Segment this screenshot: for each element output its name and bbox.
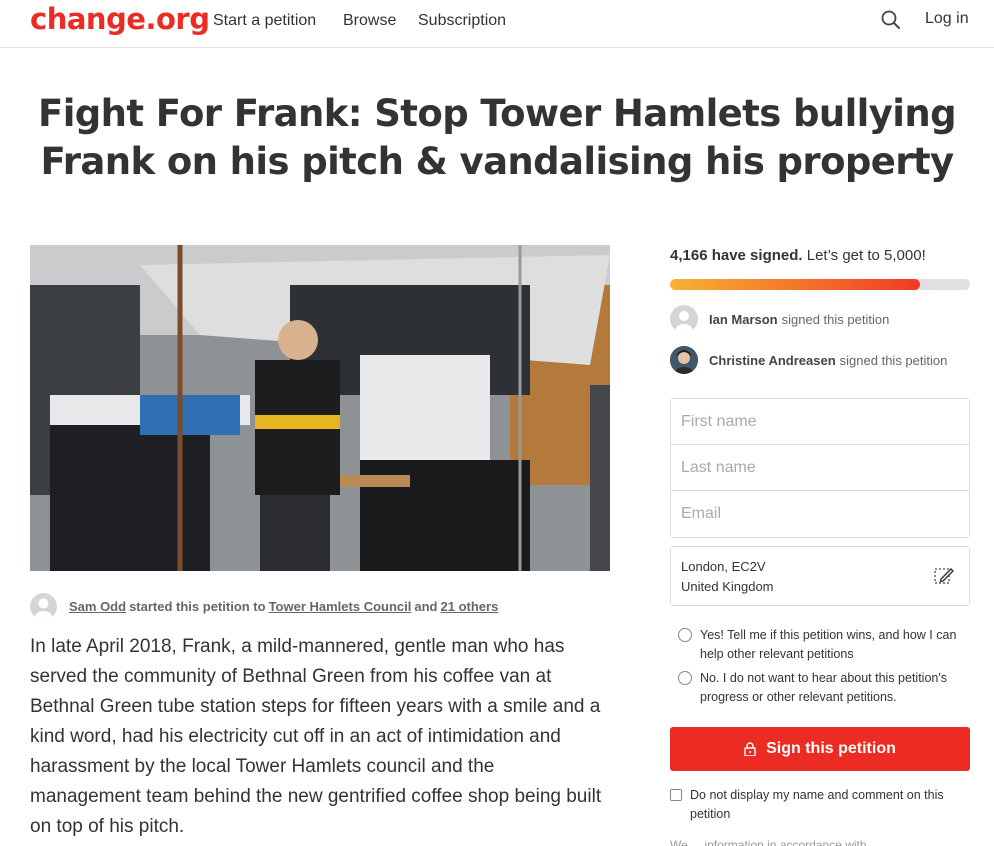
hide-name-label: Do not display my name and comment on th… [690, 788, 944, 821]
option-yes-label: Yes! Tell me if this petition wins, and … [700, 628, 957, 661]
option-yes-radio[interactable] [678, 628, 692, 642]
change-org-logo[interactable]: change.org [30, 2, 210, 36]
top-header: change.org Start a petition Browse Subsc… [0, 0, 994, 48]
signer-action: signed this petition [839, 352, 948, 368]
signature-count: 4,166 have signed. Let’s get to 5,000! [670, 247, 926, 264]
petition-starter: Sam Odd started this petition to Tower H… [30, 592, 498, 620]
sign-petition-button[interactable]: Sign this petition [670, 727, 970, 771]
starter-avatar [30, 592, 57, 620]
signer-action: signed this petition [781, 311, 890, 327]
target-link[interactable]: Tower Hamlets Council [269, 599, 412, 614]
privacy-footnote: We ... information in accordance with [670, 838, 867, 846]
progress-fill [670, 279, 920, 290]
option-no-radio[interactable] [678, 671, 692, 685]
first-name-field[interactable] [671, 399, 969, 445]
signature-count-bold: 4,166 have signed. [670, 247, 803, 264]
petition-body: In late April 2018, Frank, a mild-manner… [30, 636, 602, 837]
sign-form [670, 398, 970, 538]
location-line-2: United Kingdom [681, 579, 774, 594]
signer-name: Christine Andreasen [709, 352, 836, 368]
starter-text: started this petition to [129, 598, 266, 614]
signature-progress-bar [670, 279, 970, 290]
hide-name-option[interactable]: Do not display my name and comment on th… [670, 786, 970, 824]
location-line-1: London, EC2V [681, 559, 766, 574]
petition-title: Fight For Frank: Stop Tower Hamlets bull… [38, 92, 957, 183]
hide-name-checkbox[interactable] [670, 789, 682, 801]
option-yes[interactable]: Yes! Tell me if this petition wins, and … [678, 626, 968, 664]
edit-location-icon[interactable] [933, 565, 955, 587]
option-no[interactable]: No. I do not want to hear about this pet… [678, 669, 968, 707]
recent-signer: Ian Marson signed this petition [670, 305, 889, 333]
login-link[interactable]: Log in [925, 10, 969, 28]
nav-start-petition[interactable]: Start a petition [213, 12, 316, 30]
signer-avatar [670, 305, 698, 333]
recent-signer: Christine Andreasen signed this petition [670, 346, 947, 374]
starter-name-link[interactable]: Sam Odd [69, 599, 126, 614]
signer-avatar [670, 346, 698, 374]
lock-icon [744, 742, 756, 756]
option-no-label: No. I do not want to hear about this pet… [700, 671, 947, 704]
nav-browse[interactable]: Browse [343, 12, 396, 30]
starter-and: and [414, 598, 438, 614]
last-name-field[interactable] [671, 445, 969, 491]
search-icon[interactable] [880, 9, 902, 31]
petition-photo [30, 245, 610, 571]
sign-button-label: Sign this petition [766, 740, 896, 757]
email-field[interactable] [671, 491, 969, 537]
others-link[interactable]: 21 others [441, 599, 499, 614]
signer-name: Ian Marson [709, 311, 778, 327]
signature-goal: Let’s get to 5,000! [806, 247, 926, 264]
nav-subscription[interactable]: Subscription [418, 12, 506, 30]
location-box: London, EC2V United Kingdom [670, 546, 970, 606]
